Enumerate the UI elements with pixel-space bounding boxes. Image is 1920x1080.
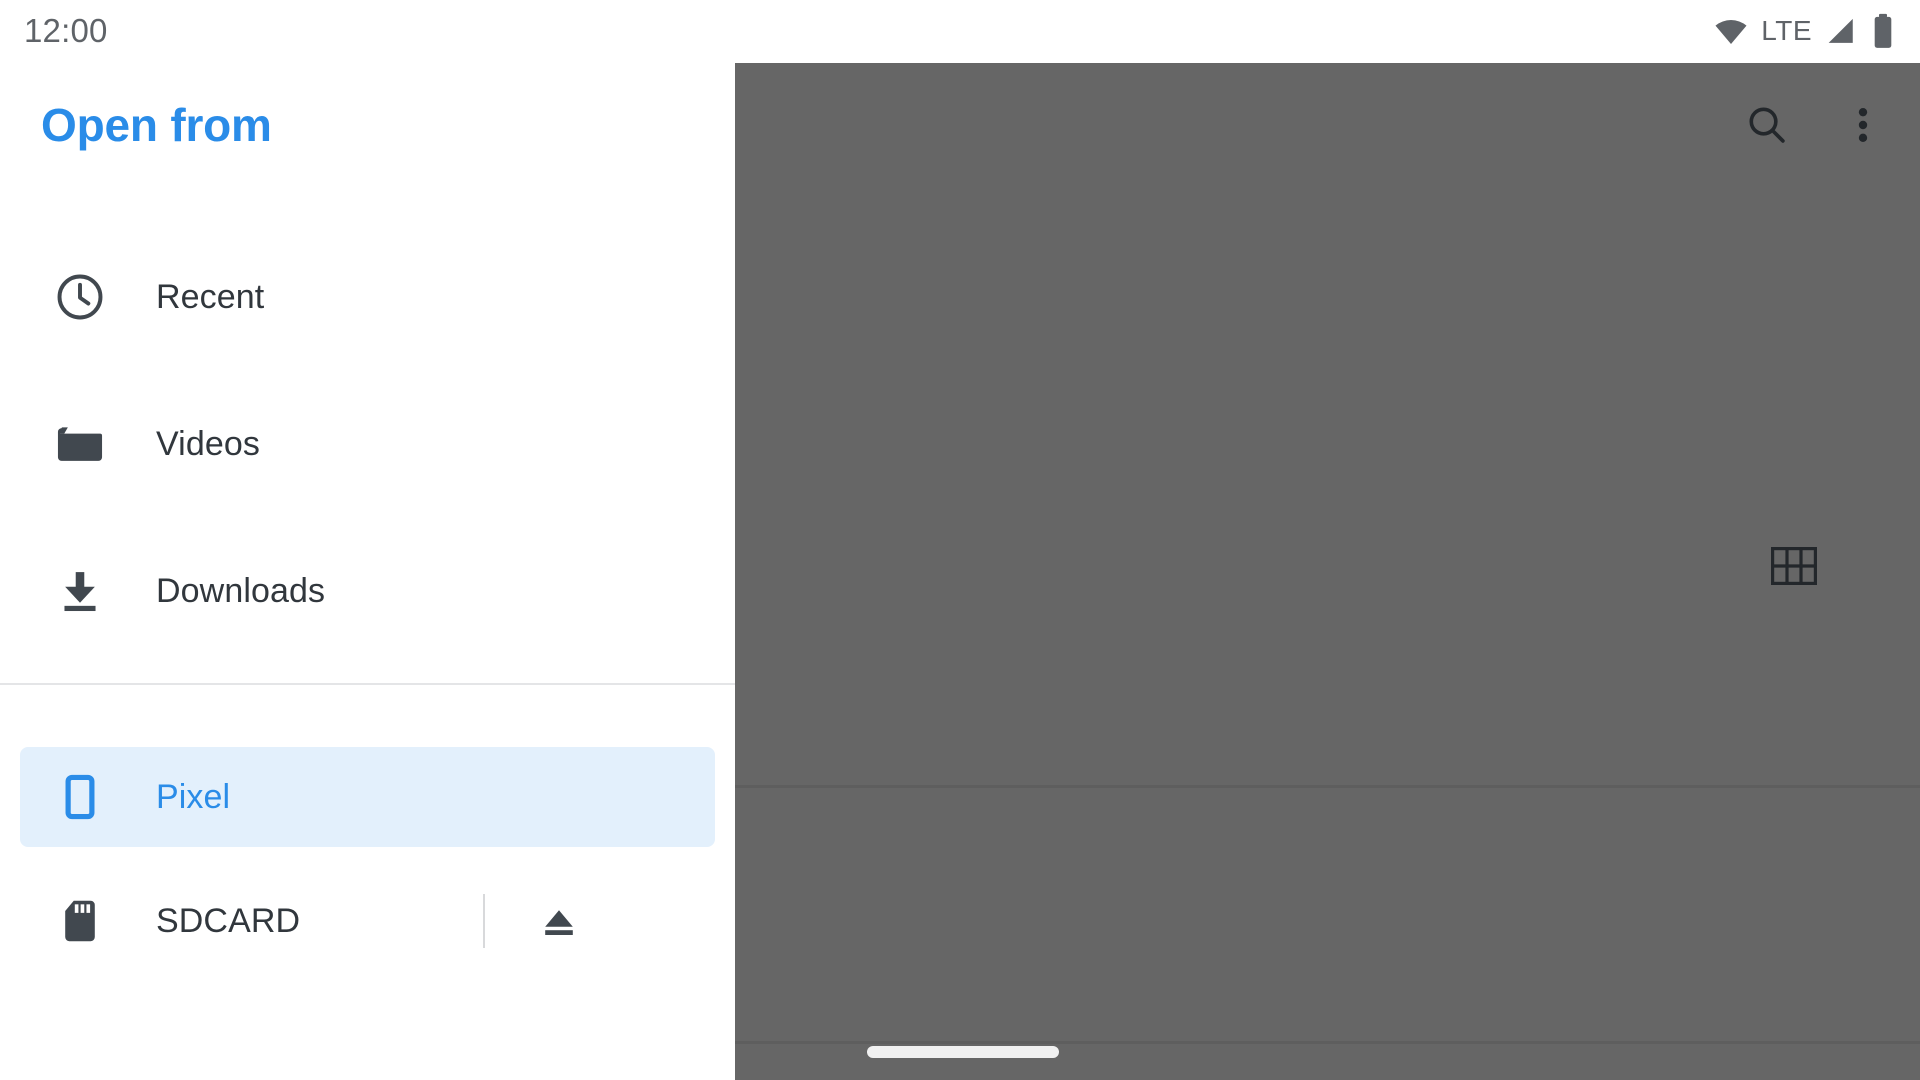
status-bar: 12:00 LTE [0, 0, 1920, 63]
search-button[interactable] [1736, 94, 1798, 156]
sidebar-item-recent[interactable]: Recent [0, 223, 735, 370]
signal-icon [1828, 18, 1853, 43]
sidebar-item-pixel[interactable]: Pixel [0, 747, 735, 847]
movie-clapper-icon [50, 417, 110, 471]
sidebar-item-label: Videos [156, 424, 260, 463]
search-icon [1749, 107, 1785, 143]
home-indicator[interactable] [867, 1046, 1059, 1058]
eject-icon [545, 909, 573, 935]
eject-button[interactable] [519, 881, 599, 961]
network-type-label: LTE [1761, 15, 1812, 46]
grid-view-button[interactable] [1771, 547, 1817, 585]
drawer-secondary-list: Pixel SDCARD [0, 747, 735, 994]
status-icon-group: LTE [1712, 10, 1898, 52]
phone-icon [50, 772, 110, 822]
clock-icon [50, 270, 110, 324]
sidebar-item-label: Pixel [156, 778, 231, 816]
content-list-divider [735, 785, 1920, 788]
content-action-bar [1736, 94, 1894, 156]
sidebar-item-label: Downloads [156, 571, 326, 610]
battery-icon [1874, 13, 1892, 48]
more-vert-icon [1858, 107, 1868, 143]
navigation-drawer: Open from Recent Videos Downloads Pixel … [0, 63, 735, 1080]
grid-view-icon [1771, 547, 1817, 585]
drawer-section-divider [0, 683, 735, 685]
sidebar-item-sdcard[interactable]: SDCARD [0, 847, 735, 994]
sidebar-item-downloads[interactable]: Downloads [0, 517, 735, 664]
selected-row-highlight [20, 747, 715, 847]
sidebar-item-label: Recent [156, 277, 265, 316]
download-icon [50, 564, 110, 618]
wifi-icon [1715, 20, 1747, 44]
phone-screen: Open from Recent Videos Downloads Pixel … [0, 0, 1920, 1080]
content-list-divider [735, 1041, 1920, 1044]
sidebar-item-videos[interactable]: Videos [0, 370, 735, 517]
status-clock: 12:00 [24, 12, 108, 49]
more-options-button[interactable] [1832, 94, 1894, 156]
sdcard-eject-separator [483, 893, 485, 948]
drawer-primary-list: Recent Videos Downloads [0, 223, 735, 664]
sd-card-icon [50, 896, 110, 946]
drawer-title: Open from [41, 99, 272, 151]
content-pane [735, 63, 1920, 1080]
sidebar-item-label: SDCARD [156, 901, 301, 940]
